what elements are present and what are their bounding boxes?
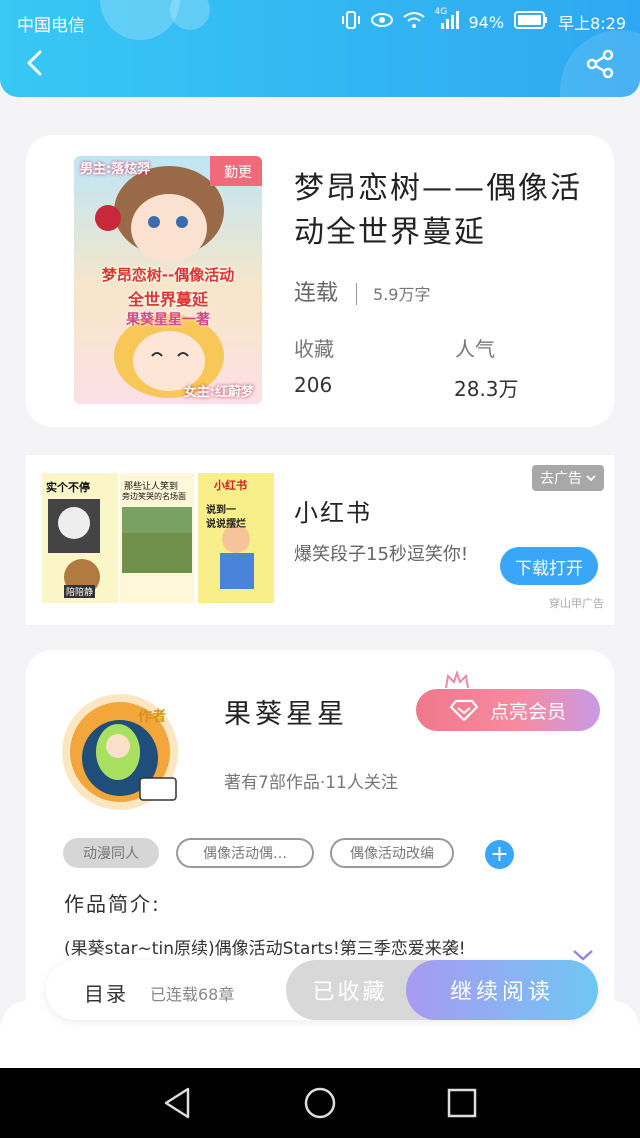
book-title: 梦昂恋树——偶像活动全世界蔓延	[294, 171, 582, 250]
remove-ad-label: 去广告	[540, 471, 582, 487]
author-avatar[interactable]: 作者	[40, 688, 208, 816]
carrier-label: 中国电信	[17, 16, 85, 36]
divider	[356, 283, 358, 305]
cover-bottom-label: 女主:红蔚梦	[183, 385, 254, 400]
cover-top-label: 男主:落炫羿	[80, 162, 151, 177]
tag-anime-fanfic[interactable]: 动漫同人	[63, 838, 159, 868]
chevron-down-icon	[586, 475, 596, 482]
add-tag-button[interactable]: +	[485, 840, 514, 869]
intro-label: 作品简介:	[64, 892, 161, 916]
plus-icon: +	[490, 842, 509, 867]
vip-button-label: 点亮会员	[489, 700, 566, 723]
book-info-card: 勤更 男主:落炫羿 梦昂恋树--偶像活动 全世界蔓延 果葵星星一著 女主:红蔚梦…	[26, 135, 614, 427]
remove-ad-button[interactable]: 去广告	[532, 465, 604, 491]
continue-reading-button[interactable]: 继续阅读	[406, 960, 598, 1020]
back-button[interactable]	[22, 48, 52, 78]
favorites-label: 收藏	[294, 337, 334, 361]
ad-img2-mid: 旁边笑哭的名场面	[122, 492, 186, 501]
intro-text: (果葵star~tin原续)偶像活动Starts!第三季恋爱来袭!	[64, 939, 466, 959]
serial-status: 连载	[294, 281, 339, 306]
ad-description: 爆笑段子15秒逗笑你!	[294, 544, 469, 565]
status-icons: 4G 94% 早上8:29	[341, 7, 626, 34]
cover-badge-label: 勤更	[224, 165, 252, 181]
app-header: 中国电信 4G 94% 早上8:29	[0, 0, 640, 97]
ad-img1-top: 实个不停	[46, 481, 90, 494]
tag-idol-adaptation[interactable]: 偶像活动改编	[330, 838, 454, 868]
vibrate-icon	[341, 11, 361, 33]
chapter-count: 已连载68章	[150, 985, 235, 1004]
book-status-line: 连载 5.9万字	[294, 275, 430, 307]
eye-icon	[370, 12, 393, 32]
author-meta: 著有7部作品·11人关注	[224, 773, 398, 793]
share-icon	[586, 49, 614, 79]
popularity-value: 28.3万	[454, 377, 519, 401]
status-bar: 中国电信 4G 94% 早上8:29	[0, 0, 640, 44]
word-count: 5.9万字	[373, 285, 431, 304]
book-cover-image[interactable]: 勤更 男主:落炫羿 梦昂恋树--偶像活动 全世界蔓延 果葵星星一著 女主:红蔚梦	[74, 156, 262, 404]
battery-percent: 94%	[468, 12, 505, 32]
toc-button[interactable]: 目录	[84, 978, 128, 1007]
vip-button[interactable]: 点亮会员	[416, 689, 600, 731]
wifi-icon	[402, 11, 425, 33]
tag-idol-activity[interactable]: 偶像活动偶…	[176, 838, 314, 868]
signal-icon: 4G	[435, 7, 459, 33]
ad-img3-mid: 说到一	[206, 505, 236, 516]
nav-back-icon[interactable]	[162, 1086, 194, 1120]
diamond-icon	[449, 699, 478, 721]
nav-home-icon[interactable]	[303, 1086, 337, 1120]
battery-icon	[514, 11, 548, 33]
expand-chevron-icon[interactable]	[572, 948, 594, 962]
nav-recents-icon[interactable]	[446, 1086, 478, 1120]
favorites-value: 206	[294, 373, 333, 397]
cover-title-line1: 梦昂恋树--偶像活动	[101, 266, 235, 284]
ad-banner[interactable]: 实个不停 陪陪静 那些让人笑到 旁边笑哭的名场面 小红书 说到一 说说摆烂 小红…	[26, 455, 614, 625]
ad-download-button[interactable]: 下载打开	[500, 547, 598, 585]
popularity-label: 人气	[455, 337, 495, 361]
avatar-badge: 作者	[138, 709, 166, 725]
ad-source-label: 穿山甲广告	[549, 597, 604, 610]
system-nav-bar	[0, 1068, 640, 1138]
ad-img1-bottom: 陪陪静	[64, 585, 96, 598]
author-name: 果葵星星	[224, 699, 348, 730]
share-button[interactable]	[584, 48, 616, 80]
bottom-action-bar: 目录 已连载68章 已收藏 继续阅读	[46, 960, 598, 1020]
ad-image-strip: 实个不停 陪陪静 那些让人笑到 旁边笑哭的名场面 小红书 说到一 说说摆烂	[42, 473, 274, 603]
cover-author-label: 果葵星星一著	[126, 312, 210, 328]
cover-title-line2: 全世界蔓延	[127, 290, 208, 309]
ad-img3-top: 小红书	[214, 479, 247, 492]
ad-img3-mid2: 说说摆烂	[206, 519, 246, 530]
ad-title: 小红书	[294, 499, 372, 527]
network-type-label: 4G	[434, 7, 448, 17]
back-arrow-icon	[27, 50, 42, 76]
clock-label: 早上8:29	[558, 14, 626, 33]
